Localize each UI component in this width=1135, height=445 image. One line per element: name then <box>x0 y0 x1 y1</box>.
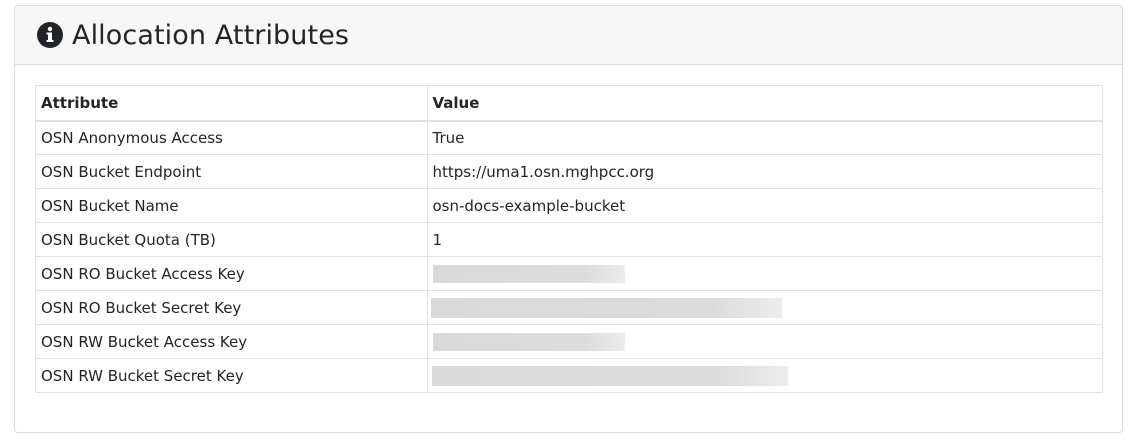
table-row: OSN RO Bucket Secret Key <box>35 290 1103 325</box>
redacted-value <box>432 264 625 283</box>
table-row: OSN RO Bucket Access Key <box>35 256 1103 291</box>
attribute-cell: OSN RO Bucket Access Key <box>35 256 428 291</box>
value-cell: https://uma1.osn.mghpcc.org <box>426 154 1103 189</box>
allocation-attributes-card: Allocation Attributes Attribute Value OS… <box>14 5 1123 433</box>
table-row: OSN RW Bucket Secret Key <box>35 358 1103 393</box>
card-title: Allocation Attributes <box>72 19 350 51</box>
attribute-cell: OSN RW Bucket Secret Key <box>35 358 428 393</box>
table-row: OSN Bucket Endpoint https://uma1.osn.mgh… <box>35 154 1103 189</box>
value-cell <box>426 256 1103 291</box>
value-cell: osn-docs-example-bucket <box>426 188 1103 223</box>
attribute-cell: OSN Bucket Name <box>35 188 428 223</box>
value-cell <box>426 290 1103 325</box>
value-cell <box>426 358 1103 393</box>
attribute-cell: OSN Anonymous Access <box>35 120 428 155</box>
table-header-row: Attribute Value <box>35 85 1103 122</box>
table-row: OSN Anonymous Access True <box>35 120 1103 155</box>
card-header: Allocation Attributes <box>15 6 1122 65</box>
attributes-table-wrapper: Attribute Value OSN Anonymous Access Tru… <box>35 85 1103 393</box>
column-header-value: Value <box>426 85 1103 122</box>
attribute-cell: OSN RO Bucket Secret Key <box>35 290 428 325</box>
value-cell: True <box>426 120 1103 155</box>
table-row: OSN RW Bucket Access Key <box>35 324 1103 359</box>
attribute-cell: OSN Bucket Endpoint <box>35 154 428 189</box>
attribute-cell: OSN Bucket Quota (TB) <box>35 222 428 257</box>
value-cell <box>426 324 1103 359</box>
redacted-value <box>432 332 625 351</box>
attributes-table: Attribute Value OSN Anonymous Access Tru… <box>35 85 1103 393</box>
redacted-value <box>430 297 782 318</box>
info-circle-icon <box>37 22 63 48</box>
value-cell: 1 <box>426 222 1103 257</box>
table-row: OSN Bucket Name osn-docs-example-bucket <box>35 188 1103 223</box>
column-header-attribute: Attribute <box>35 85 428 122</box>
redacted-value <box>431 365 788 386</box>
attribute-cell: OSN RW Bucket Access Key <box>35 324 428 359</box>
table-row: OSN Bucket Quota (TB) 1 <box>35 222 1103 257</box>
